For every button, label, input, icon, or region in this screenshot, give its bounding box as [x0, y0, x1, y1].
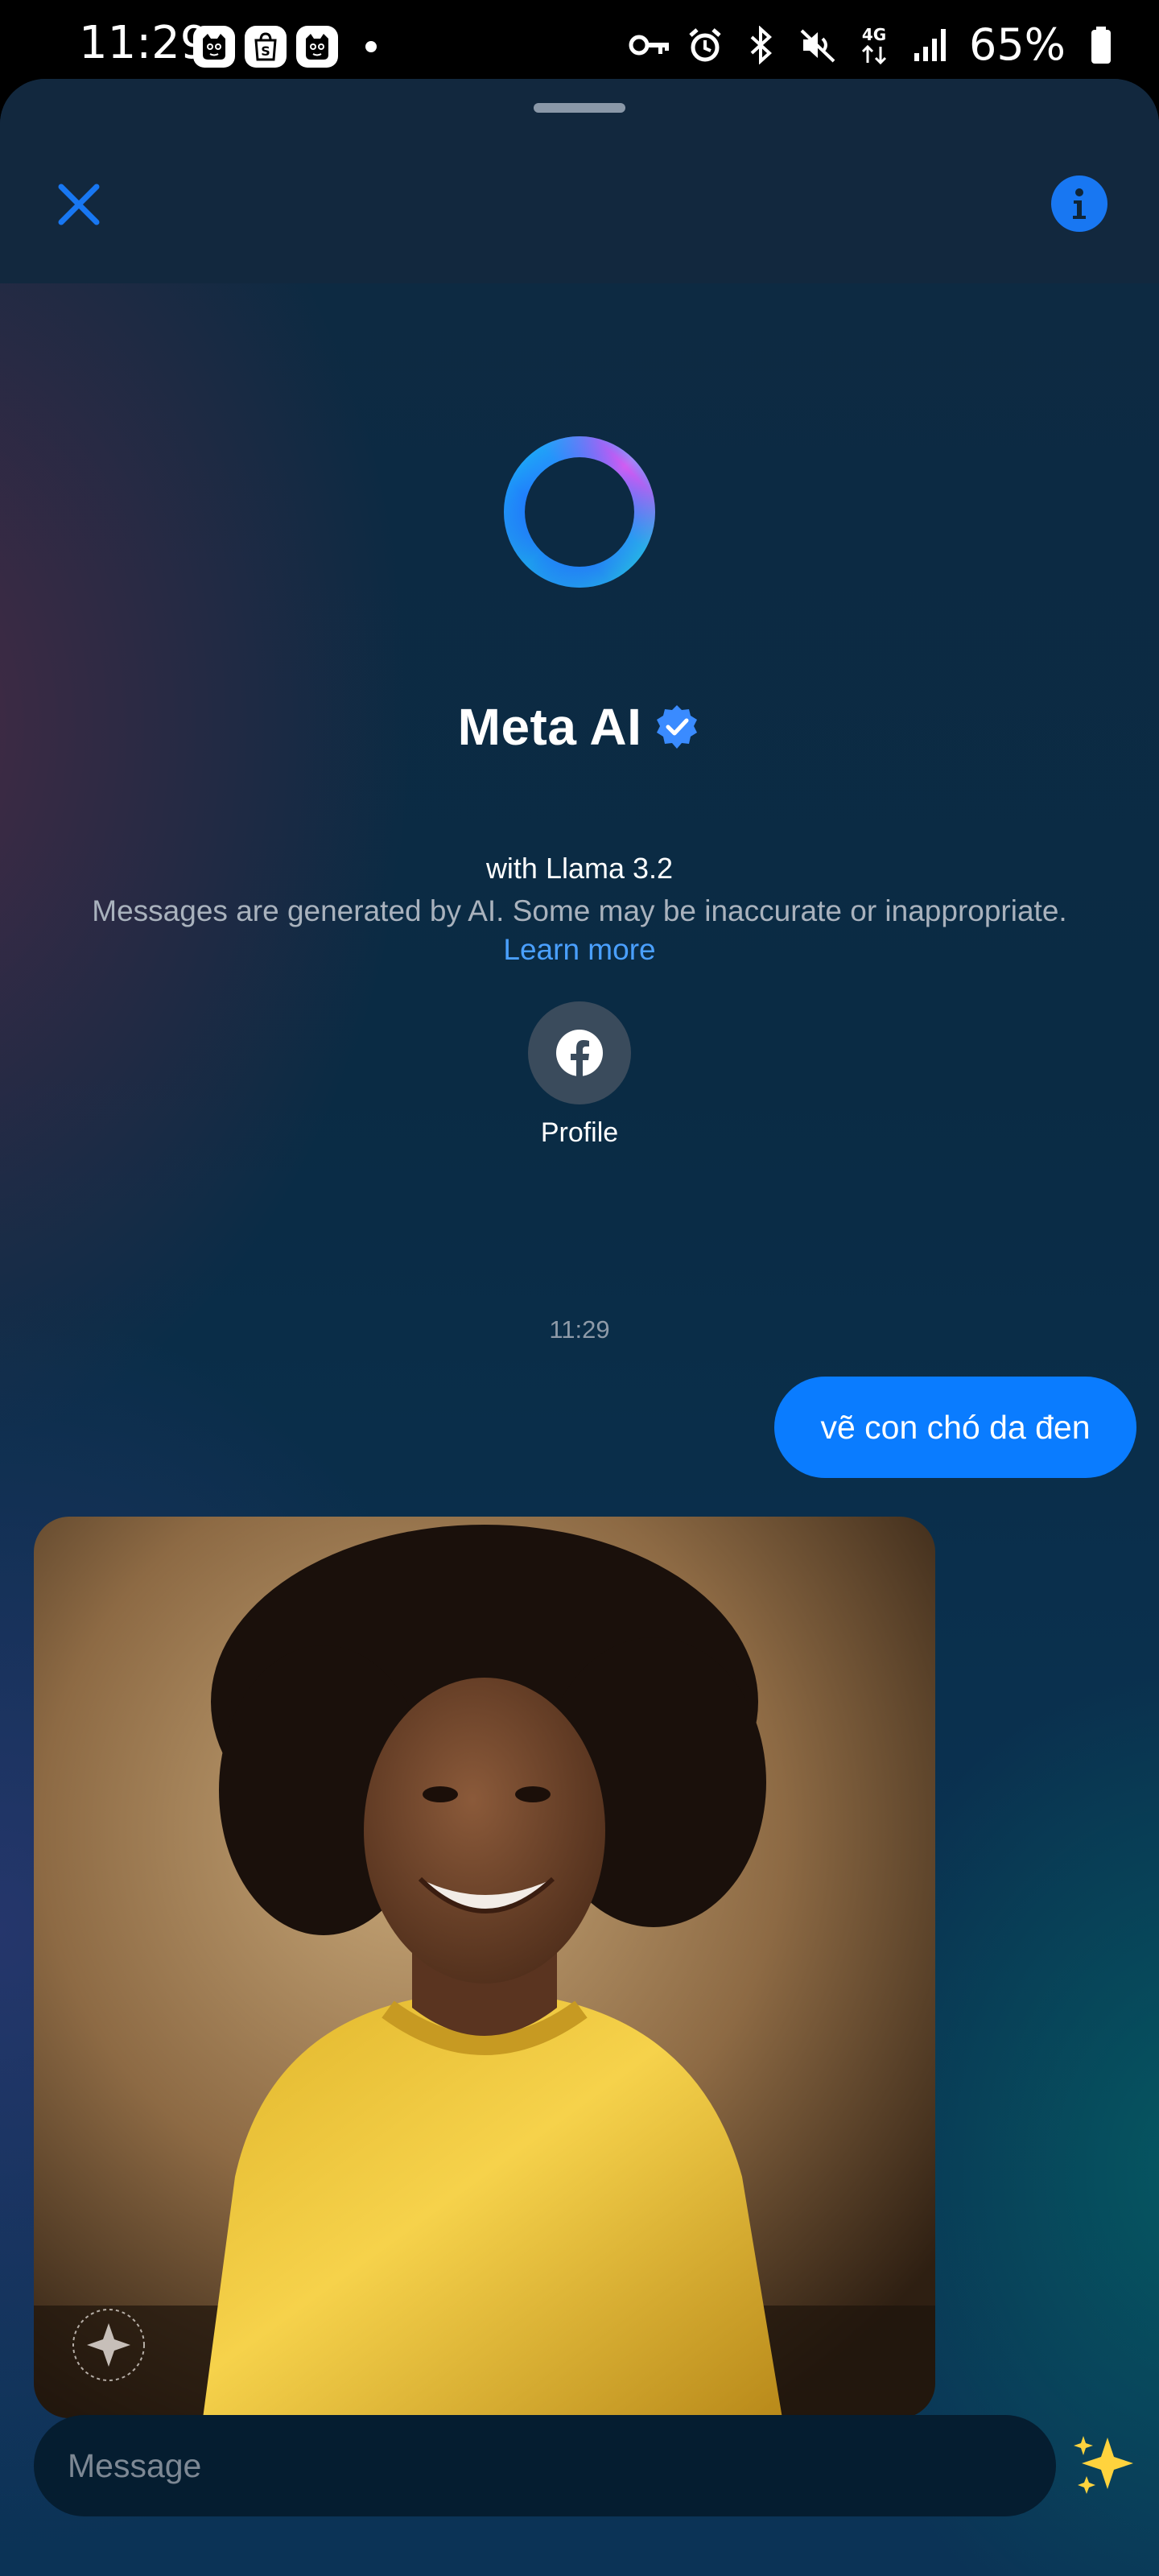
message-input[interactable]: [34, 2415, 1056, 2516]
model-subtitle: with Llama 3.2: [485, 852, 674, 885]
notification-icons: S: [193, 26, 377, 68]
info-icon: [1073, 188, 1086, 219]
facebook-icon: [556, 1030, 603, 1078]
more-dot-icon: [365, 41, 377, 52]
signal-icon: [909, 23, 951, 68]
bot-name: Meta AI: [457, 698, 642, 756]
profile-button[interactable]: [528, 1001, 631, 1104]
4g-data-icon: 4G: [853, 23, 895, 68]
key-icon: [628, 23, 670, 68]
message-composer: [34, 2415, 1056, 2516]
user-message-bubble[interactable]: vẽ con chó da đen: [774, 1377, 1136, 1478]
status-time: 11:29: [79, 17, 209, 69]
user-message-text: vẽ con chó da đen: [820, 1408, 1091, 1446]
sparkles-icon: [1074, 2436, 1133, 2494]
close-button[interactable]: [53, 179, 105, 230]
ai-disclaimer: Messages are generated by AI. Some may b…: [92, 894, 1067, 927]
battery-percent: 65%: [968, 19, 1066, 70]
drag-handle[interactable]: [534, 103, 625, 113]
alarm-icon: [684, 23, 726, 68]
mute-icon: [797, 23, 839, 68]
bot-title-row: Meta AI: [0, 691, 1159, 763]
learn-more-link[interactable]: Learn more: [0, 929, 1159, 971]
battery-icon: [1080, 23, 1122, 68]
app-cat-icon: [193, 26, 235, 68]
imagine-sparkle-button[interactable]: [1069, 2429, 1141, 2502]
profile-label: Profile: [540, 1117, 619, 1148]
portrait-illustration: [34, 1517, 935, 2418]
info-button[interactable]: [1051, 175, 1107, 232]
svg-text:S: S: [261, 43, 270, 59]
verified-badge-icon: [657, 705, 698, 749]
app-cat-icon: [296, 26, 338, 68]
system-icons: 4G 65%: [628, 21, 1122, 69]
bluetooth-icon: [740, 23, 782, 68]
status-bar: 11:29 S 4G 65%: [0, 0, 1159, 89]
chat-sheet: Meta AI with Llama 3.2 Messages are gene…: [0, 79, 1159, 2576]
close-icon: [58, 184, 100, 225]
meta-ai-logo: [504, 436, 655, 588]
network-label: 4G: [862, 25, 886, 44]
message-timestamp: 11:29: [549, 1315, 610, 1344]
shopping-bag-icon: S: [245, 26, 287, 68]
ai-generated-image[interactable]: [34, 1517, 935, 2418]
